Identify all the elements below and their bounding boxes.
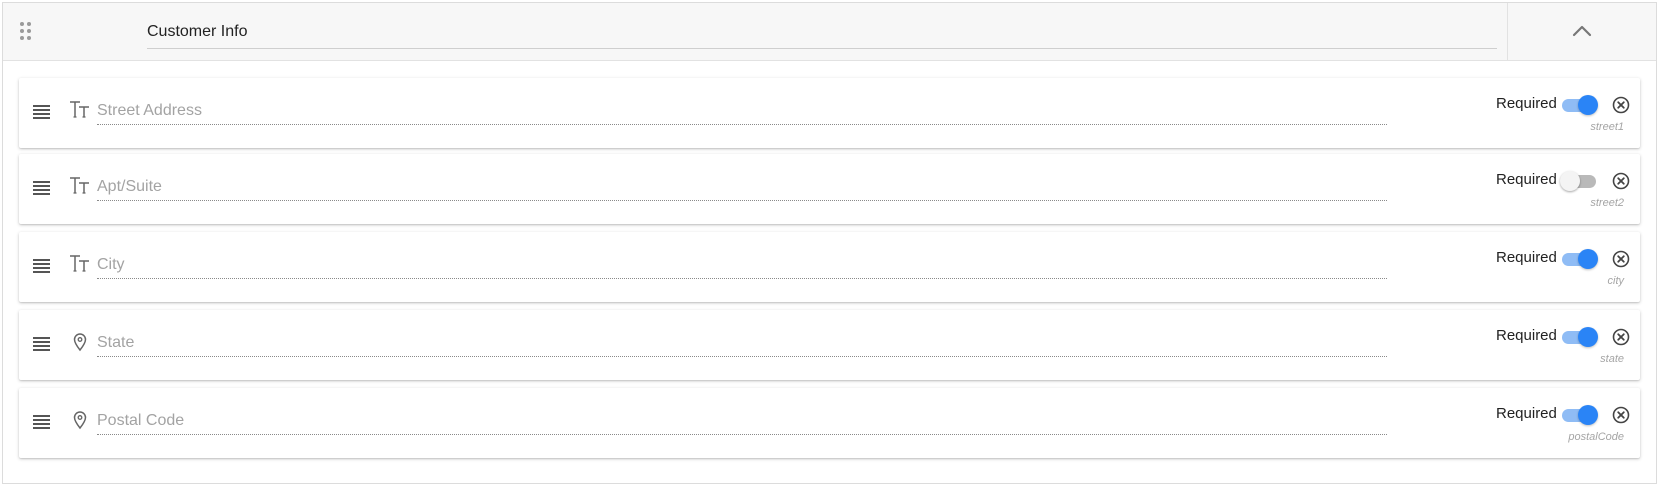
field-label-wrapper	[97, 410, 1387, 435]
location-pin-icon	[73, 411, 87, 430]
field-label-input[interactable]	[97, 412, 1387, 430]
field-label-wrapper	[97, 176, 1387, 201]
remove-field-icon[interactable]	[1612, 250, 1630, 268]
required-label: Required	[1496, 95, 1557, 112]
reorder-handle-icon[interactable]	[33, 259, 50, 273]
field-key: street1	[1590, 121, 1624, 133]
remove-field-icon[interactable]	[1612, 406, 1630, 424]
text-type-icon	[70, 177, 89, 194]
required-toggle[interactable]	[1560, 249, 1600, 269]
form-section: Required street1 Required street2	[2, 2, 1657, 484]
location-pin-icon	[73, 333, 87, 352]
required-toggle[interactable]	[1560, 405, 1600, 425]
section-header	[3, 3, 1656, 61]
remove-field-icon[interactable]	[1612, 328, 1630, 346]
remove-field-icon[interactable]	[1612, 96, 1630, 114]
field-key: state	[1600, 353, 1624, 365]
field-key: street2	[1590, 197, 1624, 209]
field-label-wrapper	[97, 254, 1387, 279]
reorder-handle-icon[interactable]	[33, 337, 50, 351]
field-row: Required city	[19, 232, 1640, 302]
field-key: postalCode	[1568, 431, 1624, 443]
field-label-wrapper	[97, 100, 1387, 125]
field-label-wrapper	[97, 332, 1387, 357]
drag-dots-icon[interactable]	[20, 22, 32, 42]
remove-field-icon[interactable]	[1612, 172, 1630, 190]
required-label: Required	[1496, 249, 1557, 266]
collapse-button[interactable]	[1507, 3, 1656, 61]
field-label-input[interactable]	[97, 334, 1387, 352]
required-toggle[interactable]	[1560, 95, 1600, 115]
reorder-handle-icon[interactable]	[33, 181, 50, 195]
required-label: Required	[1496, 405, 1557, 422]
field-row: Required street2	[19, 154, 1640, 224]
field-row: Required state	[19, 310, 1640, 380]
section-title-wrapper	[147, 15, 1497, 49]
required-label: Required	[1496, 327, 1557, 344]
field-label-input[interactable]	[97, 256, 1387, 274]
text-type-icon	[70, 255, 89, 272]
chevron-up-icon	[1572, 25, 1592, 37]
field-key: city	[1607, 275, 1625, 287]
field-label-input[interactable]	[97, 102, 1387, 120]
required-toggle[interactable]	[1560, 171, 1600, 191]
field-label-input[interactable]	[97, 178, 1387, 196]
reorder-handle-icon[interactable]	[33, 415, 50, 429]
field-row: Required postalCode	[19, 388, 1640, 458]
section-title-input[interactable]	[147, 23, 1497, 41]
field-row: Required street1	[19, 78, 1640, 148]
text-type-icon	[70, 101, 89, 118]
required-label: Required	[1496, 171, 1557, 188]
reorder-handle-icon[interactable]	[33, 105, 50, 119]
required-toggle[interactable]	[1560, 327, 1600, 347]
